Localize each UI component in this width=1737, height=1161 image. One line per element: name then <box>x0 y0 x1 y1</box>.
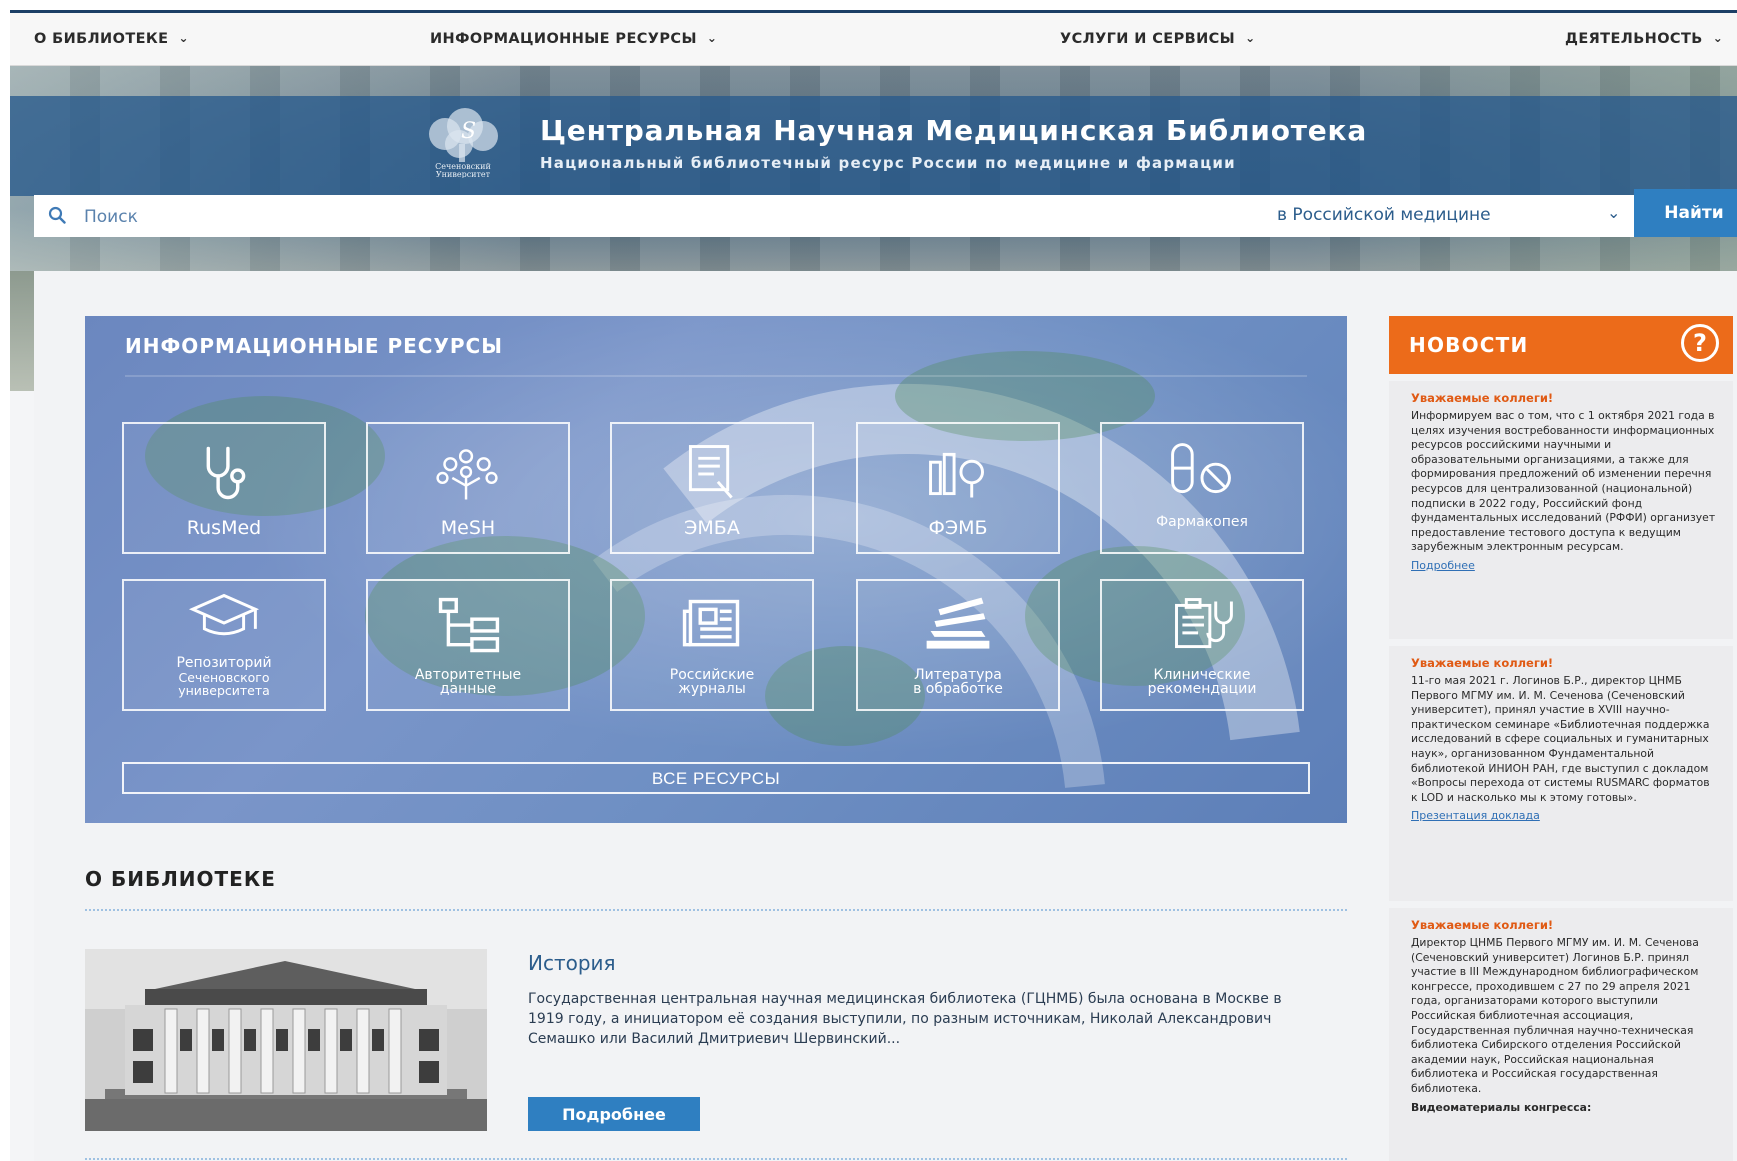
browser-page: О БИБЛИОТЕКЕ ⌄ ИНФОРМАЦИОННЫЕ РЕСУРСЫ ⌄ УС… <box>10 10 1737 1161</box>
news-item-heading: Уважаемые коллеги! <box>1411 656 1554 670</box>
side-photo-strip <box>10 271 34 391</box>
clipboard-stethoscope-icon <box>1175 598 1233 649</box>
tile-pharmacopeia[interactable]: Фармакопея <box>1100 422 1304 554</box>
about-section-title: О БИБЛИОТЕКЕ <box>85 867 276 891</box>
tile-label: ФЭМБ <box>928 517 988 539</box>
search-button[interactable]: Найти <box>1634 189 1737 237</box>
pills-icon <box>1171 443 1231 494</box>
tile-label-line: Клинические <box>1153 666 1251 683</box>
news-title: НОВОСТИ <box>1409 333 1529 357</box>
news-header: НОВОСТИ ? <box>1389 316 1733 374</box>
books-magnifier-icon <box>929 452 984 498</box>
tile-label-line: Сеченовского <box>178 669 270 685</box>
search-scope-select[interactable]: в Российской медицине <box>1277 205 1491 225</box>
news-item-heading: Уважаемые коллеги! <box>1411 391 1554 405</box>
more-button[interactable]: Подробнее <box>528 1097 700 1131</box>
chevron-down-icon: ⌄ <box>178 31 189 45</box>
main-content: ИНФОРМАЦИОННЫЕ РЕСУРСЫ RusMed MeSH ЭМБА … <box>34 271 1737 1161</box>
news-item: Уважаемые коллеги! Информируем вас о том… <box>1389 381 1733 639</box>
search-bar: в Российской медицине ⌄ Найти <box>34 189 1737 237</box>
history-title[interactable]: История <box>528 951 616 975</box>
tile-label: ЭМБА <box>684 517 740 539</box>
tile-label-line: Литература <box>914 666 1002 683</box>
chevron-down-icon: ⌄ <box>1712 31 1724 45</box>
nav-item-label: ИНФОРМАЦИОННЫЕ РЕСУРСЫ <box>430 31 697 47</box>
nav-item-activity[interactable]: ДЕЯТЕЛЬНОСТЬ ⌄ <box>1565 31 1723 47</box>
news-item: Уважаемые коллеги! 11-го мая 2021 г. Лог… <box>1389 646 1733 901</box>
news-item: Уважаемые коллеги! Директор ЦНМБ Первого… <box>1389 908 1733 1161</box>
stethoscope-icon <box>206 446 246 500</box>
document-hand-icon <box>688 445 733 499</box>
tile-label: Авторитетные данные <box>372 666 564 698</box>
tile-mesh[interactable]: MeSH <box>366 422 570 554</box>
help-icon[interactable]: ? <box>1681 324 1719 362</box>
news-item-link[interactable]: Презентация доклада <box>1411 809 1719 822</box>
chevron-down-icon[interactable]: ⌄ <box>1607 203 1620 222</box>
tile-rusmed[interactable]: RusMed <box>122 422 326 554</box>
tile-label: Фармакопея <box>1156 514 1248 531</box>
nav-item-label: ДЕЯТЕЛЬНОСТЬ <box>1565 31 1703 47</box>
tile-femb[interactable]: ФЭМБ <box>856 422 1060 554</box>
divider <box>85 1158 1347 1160</box>
divider <box>85 909 1347 911</box>
tile-clinical-guidelines[interactable]: Клинические рекомендации <box>1100 579 1304 711</box>
library-building-photo <box>85 949 487 1131</box>
world-map-background <box>125 351 1307 788</box>
resources-panel: ИНФОРМАЦИОННЫЕ РЕСУРСЫ RusMed MeSH ЭМБА … <box>85 316 1347 823</box>
news-item-video-label: Видеоматериалы конгресса: <box>1411 1100 1592 1114</box>
chevron-down-icon: ⌄ <box>706 31 718 45</box>
history-text: Государственная центральная научная меди… <box>528 991 1282 1047</box>
tile-label: RusMed <box>186 517 262 539</box>
paper-stack-icon <box>926 597 990 649</box>
news-item-heading: Уважаемые коллеги! <box>1411 918 1554 932</box>
tile-russian-journals[interactable]: Российские журналы <box>610 579 814 711</box>
tile-label: Репозиторий Сеченовского университета <box>128 656 320 697</box>
tree-icon <box>436 449 498 500</box>
nav-item-resources[interactable]: ИНФОРМАЦИОННЫЕ РЕСУРСЫ ⌄ <box>430 31 717 47</box>
graduation-cap-icon <box>188 593 260 636</box>
logo-caption-line2: Университет <box>436 170 491 178</box>
search-icon <box>48 206 66 224</box>
tile-label-line: Авторитетные <box>414 666 522 683</box>
resources-title: ИНФОРМАЦИОННЫЕ РЕСУРСЫ <box>125 334 503 358</box>
newspaper-icon <box>682 599 740 647</box>
tile-label-line: данные <box>439 681 497 698</box>
hierarchy-icon <box>438 597 500 653</box>
tile-literature-in-processing[interactable]: Литература в обработке <box>856 579 1060 711</box>
site-subtitle: Национальный библиотечный ресурс России … <box>540 154 1236 172</box>
hero-banner: S Сеченовский Университет Центральная На… <box>10 66 1737 271</box>
news-item-body: 11-го мая 2021 г. Логинов Б.Р., директор… <box>1411 674 1710 804</box>
tile-label-line: журналы <box>678 681 746 698</box>
all-resources-button[interactable]: ВСЕ РЕСУРСЫ <box>122 762 1310 794</box>
university-logo[interactable]: S Сеченовский Университет <box>415 106 511 178</box>
tile-label: MeSH <box>440 517 496 539</box>
site-title: Центральная Научная Медицинская Библиоте… <box>540 114 1368 147</box>
tile-label: Клинические рекомендации <box>1106 666 1298 698</box>
top-navigation: О БИБЛИОТЕКЕ ⌄ ИНФОРМАЦИОННЫЕ РЕСУРСЫ ⌄ УС… <box>10 13 1737 66</box>
tile-authority-data[interactable]: Авторитетные данные <box>366 579 570 711</box>
tile-label: Литература в обработке <box>862 666 1054 698</box>
tile-label-line: Российские <box>669 666 755 683</box>
tile-repository[interactable]: Репозиторий Сеченовского университета <box>122 579 326 711</box>
news-item-link[interactable]: Подробнее <box>1411 559 1719 572</box>
search-input[interactable] <box>82 201 1086 233</box>
tile-emba[interactable]: ЭМБА <box>610 422 814 554</box>
tile-label-line: Репозиторий <box>176 655 272 672</box>
svg-text:S: S <box>461 119 476 144</box>
nav-item-about[interactable]: О БИБЛИОТЕКЕ ⌄ <box>34 31 189 47</box>
tile-label-line: рекомендации <box>1147 681 1257 698</box>
tile-label-line: в обработке <box>913 681 1003 698</box>
news-item-body: Информируем вас о том, что с 1 октября 2… <box>1411 409 1716 554</box>
nav-item-label: УСЛУГИ И СЕРВИСЫ <box>1060 31 1236 47</box>
chevron-down-icon: ⌄ <box>1245 31 1256 45</box>
tile-label: Российские журналы <box>616 666 808 698</box>
nav-item-services[interactable]: УСЛУГИ И СЕРВИСЫ ⌄ <box>1060 31 1256 47</box>
nav-item-label: О БИБЛИОТЕКЕ <box>34 31 169 47</box>
news-item-body: Директор ЦНМБ Первого МГМУ им. И. М. Сеч… <box>1411 936 1699 1095</box>
tile-label-line: университета <box>178 682 270 698</box>
